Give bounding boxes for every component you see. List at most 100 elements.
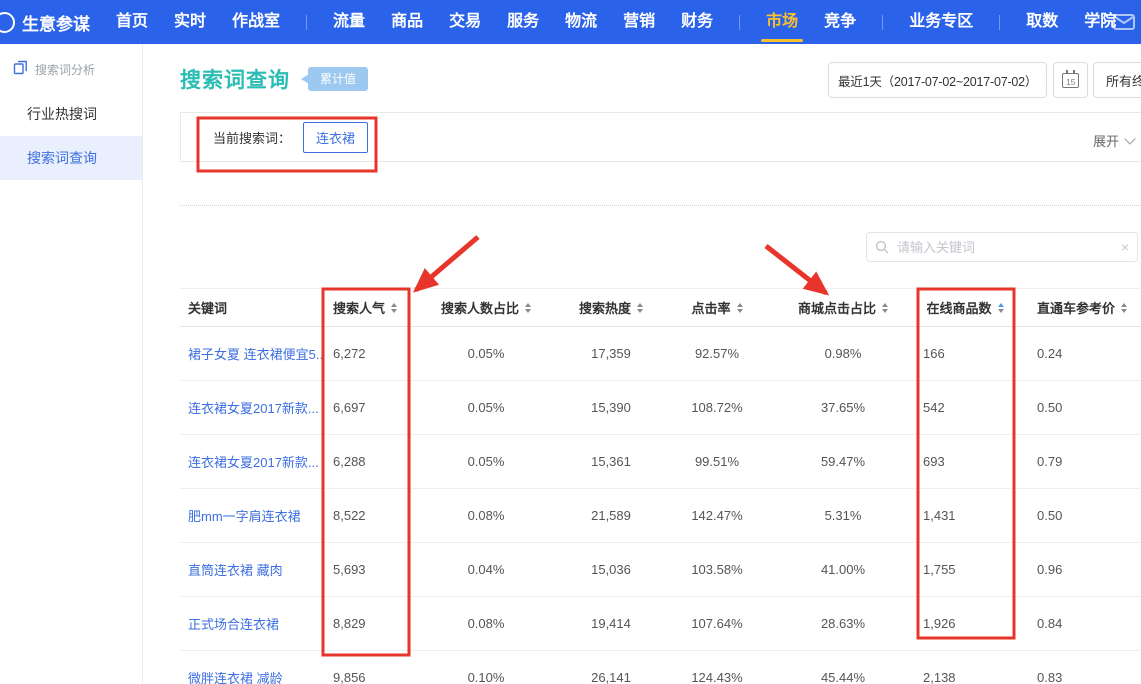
expand-toggle[interactable]: 展开	[1093, 131, 1134, 150]
sidebar: 搜索词分析 行业热搜词搜索词查询	[0, 44, 143, 684]
sort-icon	[637, 303, 643, 313]
column-label: 在线商品数	[926, 298, 991, 317]
column-header-6[interactable]: 在线商品数	[913, 289, 1017, 326]
keyword-search-input[interactable]	[895, 239, 1115, 256]
nav-item-data-extract[interactable]: 取数	[1026, 0, 1058, 44]
search-icon	[875, 240, 889, 254]
table-row: 连衣裙女夏2017新款...6,6970.05%15,390108.72%37.…	[180, 381, 1141, 435]
column-header-2[interactable]: 搜索人数占比	[411, 289, 561, 326]
table-cell: 9,856	[323, 651, 411, 684]
column-label: 直通车参考价	[1037, 298, 1115, 317]
table-cell: 6,288	[323, 435, 411, 488]
nav-menu: 首页实时作战室 流量商品交易服务物流营销财务 市场竞争 业务专区 取数学院	[116, 0, 1113, 44]
calendar-icon: 15	[1062, 73, 1079, 88]
nav-divider	[999, 15, 1000, 30]
nav-divider	[306, 15, 307, 30]
sidebar-item-search-word-query[interactable]: 搜索词查询	[0, 136, 142, 180]
brand-name: 生意参谋	[22, 10, 90, 35]
keyword-link[interactable]: 裙子女夏 连衣裙便宜5...	[180, 327, 323, 380]
date-range-selector[interactable]: 最近1天（2017-07-02~2017-07-02）	[828, 62, 1047, 98]
column-header-0: 关键词	[180, 289, 323, 326]
table-cell: 8,522	[323, 489, 411, 542]
table-row: 裙子女夏 连衣裙便宜5...6,2720.05%17,35992.57%0.98…	[180, 327, 1141, 381]
nav-item-war-room[interactable]: 作战室	[232, 0, 280, 44]
table-cell: 5,693	[323, 543, 411, 596]
nav-item-service[interactable]: 服务	[507, 0, 539, 44]
table-cell: 2,138	[913, 651, 1017, 684]
table-row: 微胖连衣裙 减龄9,8560.10%26,141124.43%45.44%2,1…	[180, 651, 1141, 684]
nav-item-business-zone[interactable]: 业务专区	[909, 0, 973, 44]
table-cell: 1,755	[913, 543, 1017, 596]
table-cell: 0.50	[1017, 489, 1141, 542]
mail-icon[interactable]	[1113, 14, 1135, 30]
table-cell: 15,036	[561, 543, 661, 596]
table-cell: 0.10%	[411, 651, 561, 684]
dotted-divider	[180, 205, 1141, 206]
keyword-link[interactable]: 直筒连衣裙 藏肉	[180, 543, 323, 596]
nav-item-marketing[interactable]: 营销	[623, 0, 655, 44]
documents-icon	[13, 60, 28, 78]
table-cell: 15,361	[561, 435, 661, 488]
nav-item-realtime[interactable]: 实时	[174, 0, 206, 44]
table-row: 直筒连衣裙 藏肉5,6930.04%15,036103.58%41.00%1,7…	[180, 543, 1141, 597]
sort-icon	[998, 303, 1004, 313]
sort-icon	[882, 303, 888, 313]
table-cell: 59.47%	[773, 435, 913, 488]
brand-logo-icon	[0, 12, 15, 33]
sidebar-section-search-analysis[interactable]: 搜索词分析	[0, 44, 142, 88]
column-header-4[interactable]: 点击率	[661, 289, 773, 326]
column-header-5[interactable]: 商城点击占比	[773, 289, 913, 326]
nav-divider	[882, 15, 883, 30]
table-cell: 0.08%	[411, 489, 561, 542]
nav-item-academy[interactable]: 学院	[1084, 0, 1116, 44]
nav-item-finance[interactable]: 财务	[681, 0, 713, 44]
table-cell: 108.72%	[661, 381, 773, 434]
keyword-link[interactable]: 微胖连衣裙 减龄	[180, 651, 323, 684]
terminal-filter-select[interactable]: 所有终端	[1093, 62, 1141, 98]
column-header-7[interactable]: 直通车参考价	[1017, 289, 1141, 326]
column-header-3[interactable]: 搜索热度	[561, 289, 661, 326]
table-cell: 0.08%	[411, 597, 561, 650]
current-search-word-chip[interactable]: 连衣裙	[303, 122, 368, 153]
table-cell: 0.05%	[411, 381, 561, 434]
keyword-link[interactable]: 肥mm一字肩连衣裙	[180, 489, 323, 542]
page-title: 搜索词查询	[180, 64, 290, 94]
nav-item-market[interactable]: 市场	[766, 0, 798, 44]
table-row: 正式场合连衣裙8,8290.08%19,414107.64%28.63%1,92…	[180, 597, 1141, 651]
calendar-button[interactable]: 15	[1053, 62, 1088, 98]
table-cell: 45.44%	[773, 651, 913, 684]
top-nav: 生意参谋 首页实时作战室 流量商品交易服务物流营销财务 市场竞争 业务专区 取数学院	[0, 0, 1141, 44]
keyword-search-box: ×	[866, 232, 1138, 262]
search-terms-table: 关键词搜索人气搜索人数占比搜索热度 点击率 商城点击占比 在线商品数 直通车参考价 裙子…	[180, 288, 1141, 684]
table-cell: 0.04%	[411, 543, 561, 596]
nav-item-logistics[interactable]: 物流	[565, 0, 597, 44]
date-range-group: 最近1天（2017-07-02~2017-07-02） 15	[828, 62, 1088, 98]
column-header-1[interactable]: 搜索人气	[323, 289, 411, 326]
table-cell: 0.84	[1017, 597, 1141, 650]
column-label: 搜索热度	[579, 298, 631, 317]
brand[interactable]: 生意参谋	[10, 10, 90, 35]
table-cell: 8,829	[323, 597, 411, 650]
clear-icon[interactable]: ×	[1121, 240, 1129, 254]
nav-item-goods[interactable]: 商品	[391, 0, 423, 44]
keyword-link[interactable]: 连衣裙女夏2017新款...	[180, 381, 323, 434]
sidebar-item-industry-hot-words[interactable]: 行业热搜词	[0, 92, 142, 136]
nav-item-home[interactable]: 首页	[116, 0, 148, 44]
page-header: 搜索词查询 累计值	[180, 64, 368, 94]
column-label: 点击率	[691, 298, 730, 317]
keyword-link[interactable]: 正式场合连衣裙	[180, 597, 323, 650]
table-cell: 542	[913, 381, 1017, 434]
current-search-word-card: 当前搜索词： 连衣裙	[180, 112, 1141, 162]
column-label: 商城点击占比	[798, 298, 876, 317]
table-cell: 17,359	[561, 327, 661, 380]
nav-item-competition[interactable]: 竞争	[824, 0, 856, 44]
table-cell: 6,697	[323, 381, 411, 434]
table-cell: 1,431	[913, 489, 1017, 542]
expand-label: 展开	[1093, 131, 1119, 150]
keyword-link[interactable]: 连衣裙女夏2017新款...	[180, 435, 323, 488]
nav-item-traffic[interactable]: 流量	[333, 0, 365, 44]
table-header-row: 关键词搜索人气搜索人数占比搜索热度 点击率 商城点击占比 在线商品数 直通车参考价	[180, 289, 1141, 327]
table-cell: 166	[913, 327, 1017, 380]
nav-item-trade[interactable]: 交易	[449, 0, 481, 44]
table-cell: 0.05%	[411, 327, 561, 380]
